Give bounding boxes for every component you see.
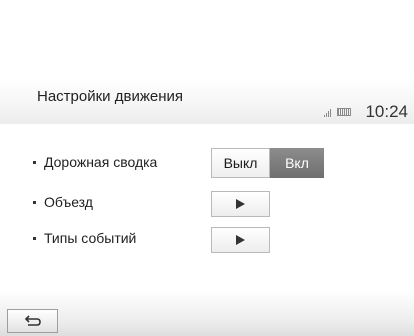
traffic-summary-toggle: Выкл Вкл — [211, 148, 324, 178]
toggle-on-button[interactable]: Вкл — [270, 148, 324, 178]
play-arrow-icon — [236, 235, 245, 245]
footer-bar — [0, 290, 414, 336]
detour-label: Объезд — [44, 194, 93, 210]
setting-row-traffic-summary: Дорожная сводка Выкл Вкл — [0, 148, 414, 178]
setting-row-event-types: Типы событий — [0, 226, 414, 256]
play-arrow-icon — [236, 199, 245, 209]
status-area: 10:24 — [324, 102, 408, 122]
back-return-icon — [24, 315, 41, 326]
detour-open-button[interactable] — [211, 191, 270, 217]
battery-icon — [337, 108, 352, 116]
traffic-settings-screen: Настройки движения 10:24 Дорожная сводка… — [0, 0, 414, 336]
bullet-icon — [33, 200, 36, 204]
setting-label-traffic-summary: Дорожная сводка — [33, 154, 157, 170]
signal-strength-icon — [324, 108, 332, 117]
header-bar: Настройки движения 10:24 — [0, 78, 414, 124]
bullet-icon — [33, 160, 36, 164]
setting-label-event-types: Типы событий — [33, 230, 136, 246]
event-types-open-button[interactable] — [211, 227, 270, 253]
setting-label-detour: Объезд — [33, 194, 93, 210]
clock: 10:24 — [365, 102, 408, 121]
traffic-summary-label: Дорожная сводка — [44, 154, 158, 170]
page-title: Настройки движения — [37, 88, 183, 105]
back-button[interactable] — [7, 309, 58, 333]
toggle-off-button[interactable]: Выкл — [211, 148, 270, 178]
setting-row-detour: Объезд — [0, 190, 414, 220]
bullet-icon — [33, 236, 36, 240]
event-types-label: Типы событий — [44, 230, 137, 246]
